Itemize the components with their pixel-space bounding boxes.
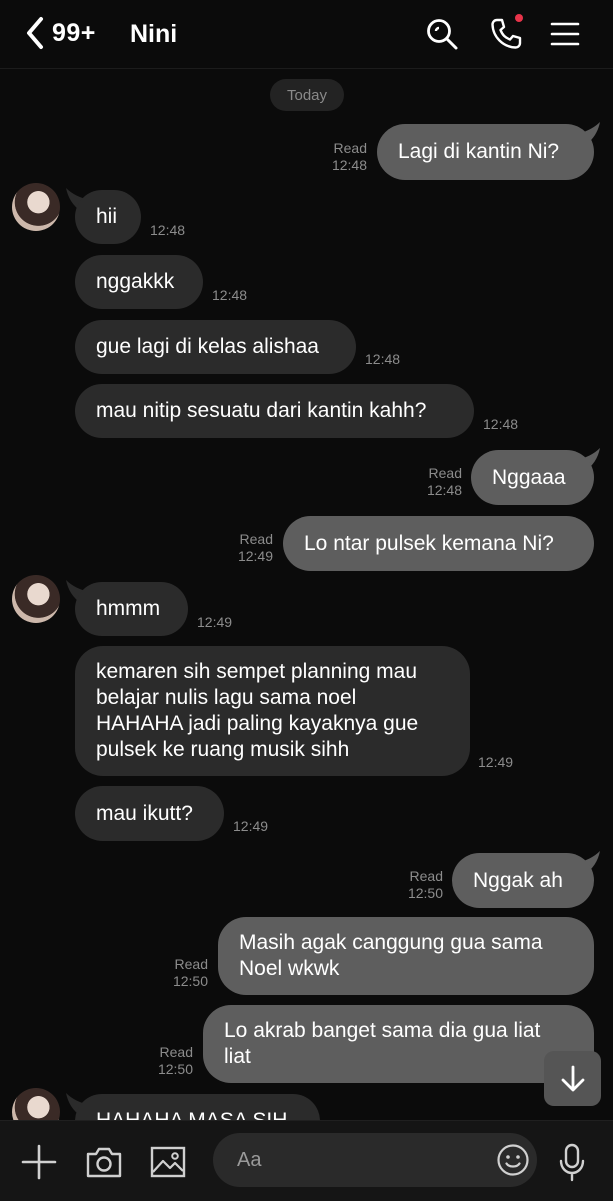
message-bubble-outgoing[interactable]: Masih agak canggung gua sama Noel wkwk (218, 917, 594, 995)
message-meta: Read 12:50 (151, 1044, 193, 1078)
scroll-to-bottom-button[interactable] (544, 1051, 601, 1106)
message-bubble-incoming[interactable]: gue lagi di kelas alishaa (75, 320, 356, 374)
chevron-left-icon (27, 17, 43, 49)
search-button[interactable] (422, 14, 462, 54)
message-bubble-incoming[interactable]: hii (75, 190, 141, 244)
message-time: 12:48 (331, 157, 367, 173)
message-time: 12:50 (157, 1061, 193, 1077)
image-icon (150, 1146, 186, 1178)
message-bubble-outgoing[interactable]: Lo ntar pulsek kemana Ni? (283, 516, 594, 571)
message-bubble-incoming[interactable]: kemaren sih sempet planning mau belajar … (75, 646, 470, 776)
contact-avatar[interactable] (12, 575, 60, 623)
microphone-icon (559, 1143, 585, 1182)
message-time: 12:48 (365, 351, 401, 367)
message-time: 12:49 (197, 614, 233, 630)
voice-message-button[interactable] (556, 1141, 588, 1183)
message-meta: Read 12:48 (325, 140, 367, 174)
date-divider: Today (270, 79, 344, 111)
message-time: 12:48 (212, 287, 248, 303)
chat-header: 99+ Nini (0, 0, 613, 69)
message-bubble-outgoing[interactable]: Lo akrab banget sama dia gua liat liat (203, 1005, 594, 1083)
read-status: Read (333, 140, 367, 156)
message-time: 12:48 (426, 482, 462, 498)
message-bubble-incoming[interactable]: hmmm (75, 582, 188, 636)
message-bubble-incoming[interactable]: HAHAHA MASA SIH (75, 1094, 320, 1120)
back-button[interactable]: 99+ (24, 16, 96, 50)
chat-title[interactable]: Nini (130, 20, 177, 49)
gallery-button[interactable] (148, 1143, 188, 1181)
message-time: 12:50 (407, 885, 443, 901)
message-input[interactable]: Aa (213, 1133, 537, 1187)
composer-bar: Aa (0, 1120, 613, 1201)
message-input-placeholder: Aa (237, 1148, 262, 1171)
message-meta: Read 12:50 (401, 868, 443, 902)
message-time: 12:50 (172, 973, 208, 989)
message-meta: Read 12:48 (420, 465, 462, 499)
plus-icon (21, 1144, 57, 1180)
phone-icon (491, 18, 522, 49)
contact-avatar[interactable] (12, 183, 60, 231)
message-bubble-outgoing[interactable]: Nggaaa (471, 450, 594, 505)
message-bubble-incoming[interactable]: nggakkk (75, 255, 203, 309)
emoji-icon (497, 1144, 529, 1176)
message-meta: Read 12:50 (166, 956, 208, 990)
notification-dot (515, 14, 523, 22)
contact-avatar[interactable] (12, 1088, 60, 1120)
message-bubble-outgoing[interactable]: Lagi di kantin Ni? (377, 124, 594, 180)
camera-button[interactable] (84, 1143, 124, 1181)
message-time: 12:49 (478, 754, 514, 770)
arrow-down-icon (561, 1065, 584, 1091)
message-time: 12:49 (237, 548, 273, 564)
emoji-button[interactable] (495, 1142, 531, 1178)
message-bubble-incoming[interactable]: mau nitip sesuatu dari kantin kahh? (75, 384, 474, 438)
call-button[interactable] (486, 14, 526, 54)
camera-icon (86, 1147, 122, 1178)
message-bubble-outgoing[interactable]: Nggak ah (452, 853, 594, 908)
read-status: Read (174, 956, 208, 972)
read-status: Read (428, 465, 462, 481)
read-status: Read (239, 531, 273, 547)
message-bubble-incoming[interactable]: mau ikutt? (75, 786, 224, 841)
read-status: Read (159, 1044, 193, 1060)
menu-button[interactable] (545, 14, 585, 54)
message-meta: Read 12:49 (231, 531, 273, 565)
message-time: 12:48 (483, 416, 519, 432)
hamburger-menu-icon (550, 22, 580, 46)
search-icon (427, 19, 458, 50)
read-status: Read (409, 868, 443, 884)
unread-count: 99+ (52, 18, 96, 47)
message-time: 12:49 (233, 818, 269, 834)
partial-message-row: HAHAHA MASA SIH (0, 1088, 613, 1120)
message-time: 12:48 (150, 222, 186, 238)
add-attachment-button[interactable] (20, 1143, 58, 1181)
